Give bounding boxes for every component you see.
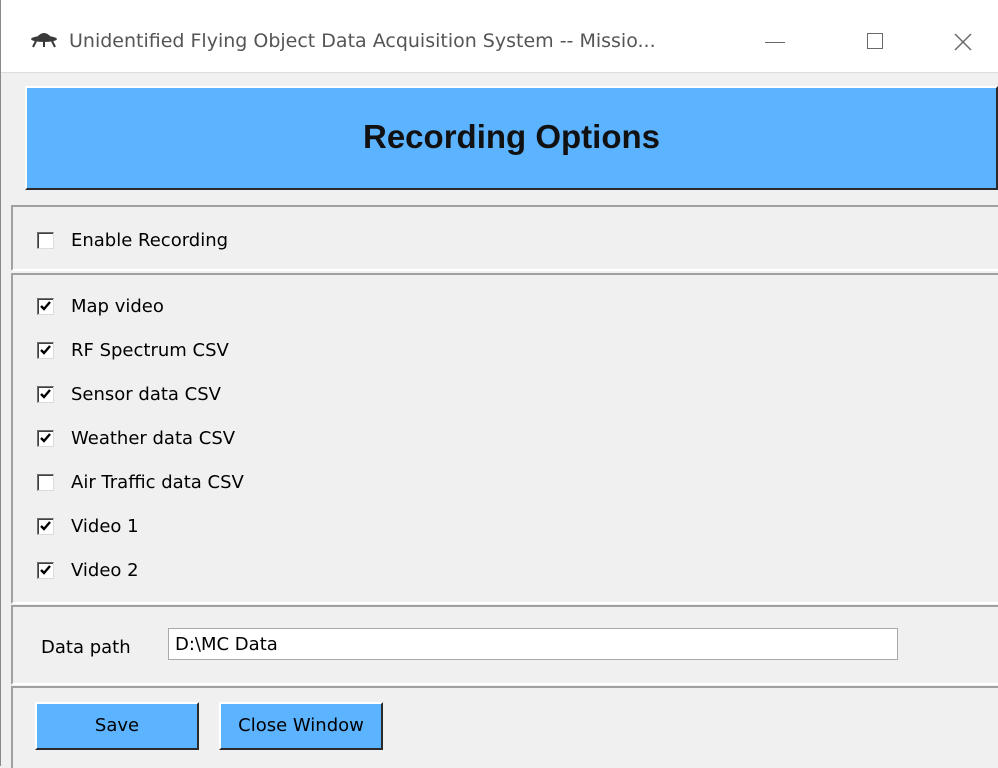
option-checkbox[interactable] [37, 429, 54, 447]
option-checkbox[interactable] [37, 473, 54, 491]
option-checkbox[interactable] [37, 517, 54, 535]
maximize-icon [867, 33, 883, 49]
checkmark-icon [40, 520, 51, 531]
title-bar[interactable]: Unidentified Flying Object Data Acquisit… [1, 0, 998, 73]
option-row[interactable]: Map video [37, 294, 164, 318]
close-icon [954, 33, 972, 51]
option-label: Air Traffic data CSV [71, 471, 244, 493]
option-row[interactable]: Video 2 [37, 558, 139, 582]
checkmark-icon [40, 388, 51, 399]
option-checkbox[interactable] [37, 561, 54, 579]
ufo-icon [29, 28, 59, 48]
window-title: Unidentified Flying Object Data Acquisit… [69, 30, 656, 52]
option-label: Map video [71, 295, 164, 317]
enable-recording-label: Enable Recording [71, 229, 229, 251]
checkmark-icon [40, 432, 51, 443]
option-label: Video 2 [71, 559, 139, 581]
option-row[interactable]: Video 1 [37, 514, 139, 538]
option-label: Video 1 [71, 515, 139, 537]
option-row[interactable]: Weather data CSV [37, 426, 235, 450]
data-path-label: Data path [41, 637, 131, 658]
checkmark-icon [40, 344, 51, 355]
enable-recording-checkbox-row[interactable]: Enable Recording [37, 228, 228, 252]
close-window-x-button[interactable] [941, 20, 985, 64]
option-checkbox[interactable] [37, 385, 54, 403]
maximize-button[interactable] [853, 20, 897, 64]
option-row[interactable]: Air Traffic data CSV [37, 470, 244, 494]
option-row[interactable]: RF Spectrum CSV [37, 338, 229, 362]
option-label: Weather data CSV [71, 427, 236, 449]
header-banner: Recording Options [25, 86, 998, 190]
enable-recording-checkbox[interactable] [37, 231, 54, 249]
page-title: Recording Options [363, 118, 660, 155]
option-row[interactable]: Sensor data CSV [37, 382, 221, 406]
option-label: Sensor data CSV [71, 383, 221, 405]
checkmark-icon [40, 300, 51, 311]
recording-options-window: Unidentified Flying Object Data Acquisit… [0, 0, 998, 768]
option-checkbox[interactable] [37, 297, 54, 315]
option-checkbox[interactable] [37, 341, 54, 359]
save-button[interactable]: Save [35, 702, 199, 750]
minimize-icon [765, 42, 785, 43]
close-window-button[interactable]: Close Window [219, 702, 383, 750]
option-label: RF Spectrum CSV [71, 339, 229, 361]
data-path-input[interactable] [168, 628, 898, 660]
checkmark-icon [40, 564, 51, 575]
minimize-button[interactable] [753, 20, 797, 64]
